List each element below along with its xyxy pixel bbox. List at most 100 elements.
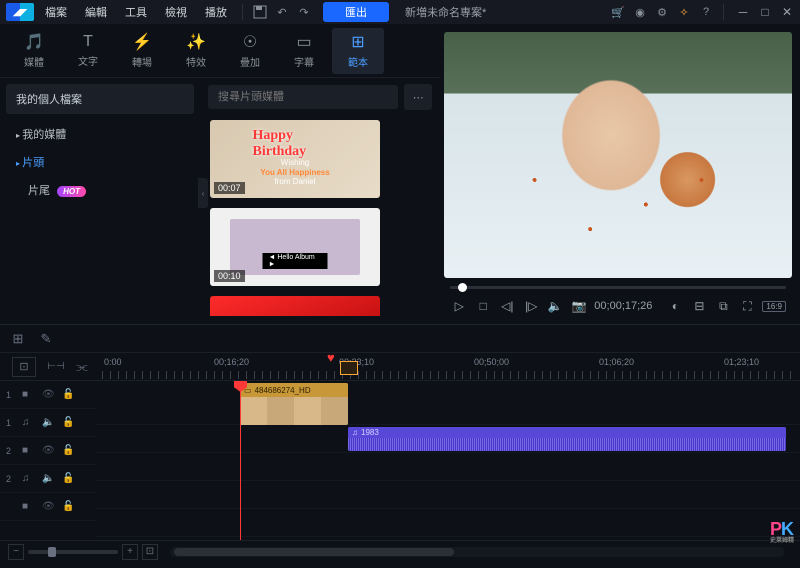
lock-icon[interactable]: 🔓 <box>62 445 76 456</box>
audio-track-icon: ♫ <box>22 417 36 428</box>
volume-icon[interactable]: 🔈 <box>546 297 564 315</box>
preview-screen[interactable] <box>444 32 792 278</box>
track-lane[interactable]: ♫1983 <box>96 425 800 453</box>
template-icon: ⊞ <box>351 32 364 52</box>
lock-icon[interactable]: 🔓 <box>62 473 76 484</box>
track-lane[interactable] <box>96 481 800 509</box>
tab-media[interactable]: 🎵媒體 <box>8 28 60 74</box>
zoom-thumb[interactable] <box>48 547 56 557</box>
template-sidebar: 我的個人檔案 我的媒體 片頭 片尾 HOT <box>0 78 200 324</box>
tab-overlay[interactable]: ☉疊加 <box>224 28 276 74</box>
adjust-icon[interactable]: ⊞ <box>8 330 28 348</box>
lock-icon[interactable]: 🔓 <box>62 501 76 512</box>
video-clip[interactable]: ▭484686274_HD <box>240 383 348 425</box>
tracks-area: 1 ■ 👁 🔓 1 ♫ 🔈 🔓 2 ■ 👁 🔓 2 ♫ 🔈 � <box>0 381 800 540</box>
zoom-out-icon[interactable]: − <box>8 544 24 560</box>
horizontal-scrollbar[interactable] <box>170 547 784 557</box>
user-icon[interactable]: ◉ <box>631 3 649 21</box>
scrollbar-thumb[interactable] <box>174 548 454 556</box>
template-grid: ‹ ⋯ Happy Birthday WishingYou All Happin… <box>200 78 440 324</box>
template-label: ◄ Hello Album ► <box>263 253 328 269</box>
redo-icon[interactable]: ↷ <box>295 3 313 21</box>
menu-play[interactable]: 播放 <box>198 1 234 23</box>
menu-view[interactable]: 檢視 <box>158 1 194 23</box>
template-duration: 00:10 <box>214 270 245 282</box>
playhead[interactable] <box>240 381 241 540</box>
save-icon[interactable] <box>251 3 269 21</box>
visibility-icon[interactable]: 👁 <box>42 501 56 512</box>
more-button[interactable]: ⋯ <box>404 84 432 110</box>
lock-icon[interactable]: 🔓 <box>62 389 76 400</box>
color-icon[interactable]: ✎ <box>36 330 56 348</box>
zoom-slider[interactable] <box>28 550 118 554</box>
sidebar-item-outro[interactable]: 片尾 HOT <box>0 176 200 204</box>
lock-icon[interactable]: 🔓 <box>62 417 76 428</box>
sidebar-item-my-media[interactable]: 我的媒體 <box>0 120 200 148</box>
aspect-ratio-button[interactable]: 16:9 <box>762 301 786 312</box>
gear-icon[interactable]: ⚙ <box>653 3 671 21</box>
timecode: 00;00;17;26 <box>594 300 652 312</box>
play-icon[interactable]: ▷ <box>450 297 468 315</box>
sidebar-item-intro[interactable]: 片頭 <box>0 148 200 176</box>
undo-icon[interactable]: ↶ <box>273 3 291 21</box>
template-item[interactable]: Happy Birthday WishingYou All Happinessf… <box>210 120 380 198</box>
tab-transition[interactable]: ⚡轉場 <box>116 28 168 74</box>
snapshot-icon[interactable]: 📷 <box>570 297 588 315</box>
tab-effects[interactable]: ✨特效 <box>170 28 222 74</box>
track-lane[interactable] <box>96 509 800 537</box>
sidebar-header[interactable]: 我的個人檔案 <box>6 84 194 114</box>
maximize-icon[interactable]: □ <box>758 5 772 19</box>
video-track-icon: ■ <box>22 389 36 400</box>
tab-text[interactable]: T文字 <box>62 28 114 74</box>
watermark: PK史莱姆精 <box>770 519 794 544</box>
project-name: 新増未命名専案* <box>405 4 486 20</box>
prev-frame-icon[interactable]: ◁| <box>498 297 516 315</box>
library-panel: 🎵媒體 T文字 ⚡轉場 ✨特效 ☉疊加 ▭字幕 ⊞範本 我的個人檔案 我的媒體 … <box>0 24 440 324</box>
notification-icon[interactable]: ✧ <box>675 3 693 21</box>
cart-icon[interactable]: 🛒 <box>609 3 627 21</box>
menu-edit[interactable]: 編輯 <box>78 1 114 23</box>
tab-subtitle[interactable]: ▭字幕 <box>278 28 330 74</box>
compare-icon[interactable]: ⊟ <box>690 297 708 315</box>
marker-range[interactable] <box>340 361 358 375</box>
scrub-thumb[interactable] <box>458 283 467 292</box>
menu-tools[interactable]: 工具 <box>118 1 154 23</box>
track-lanes[interactable]: ▭484686274_HD ♫1983 <box>96 381 800 540</box>
visibility-icon[interactable]: 👁 <box>42 389 56 400</box>
stop-icon[interactable]: □ <box>474 297 492 315</box>
quality-icon[interactable]: ◐ <box>666 297 684 315</box>
clip-name: 484686274_HD <box>255 386 311 395</box>
next-frame-icon[interactable]: |▷ <box>522 297 540 315</box>
scrub-bar[interactable] <box>444 278 792 292</box>
link-icon[interactable]: ⫘ <box>72 358 92 376</box>
mute-icon[interactable]: 🔈 <box>42 473 56 484</box>
zoom-icon[interactable]: ⧉ <box>714 297 732 315</box>
zoom-in-icon[interactable]: + <box>122 544 138 560</box>
visibility-icon[interactable]: 👁 <box>42 445 56 456</box>
ruler-mark: 01;06;20 <box>599 357 634 367</box>
fullscreen-icon[interactable]: ⛶ <box>738 297 756 315</box>
mute-icon[interactable]: 🔈 <box>42 417 56 428</box>
template-item[interactable]: ◄ Hello Album ► 00:10 <box>210 208 380 286</box>
track-lane[interactable] <box>96 453 800 481</box>
close-icon[interactable]: ✕ <box>780 5 794 19</box>
template-item[interactable] <box>210 296 380 316</box>
track-lane[interactable]: ▭484686274_HD <box>96 381 800 425</box>
audio-clip[interactable]: ♫1983 <box>348 427 786 451</box>
magnet-icon[interactable]: ⊢⊣ <box>46 358 66 376</box>
help-icon[interactable]: ? <box>697 3 715 21</box>
tab-template[interactable]: ⊞範本 <box>332 28 384 74</box>
track-header-audio-1: 1 ♫ 🔈 🔓 <box>0 409 96 437</box>
minimize-icon[interactable]: ─ <box>736 5 750 19</box>
collapse-handle-icon[interactable]: ‹ <box>198 178 208 208</box>
export-button[interactable]: 匯出 <box>323 2 389 22</box>
timeline-ruler[interactable]: 0:00 00;16;20 00;33;10 00;50;00 01;06;20… <box>102 353 794 380</box>
menu-file[interactable]: 檔案 <box>38 1 74 23</box>
video-track-icon: ■ <box>22 445 36 456</box>
hot-badge: HOT <box>57 186 86 197</box>
marker-icon[interactable] <box>327 350 341 364</box>
preview-image <box>444 32 792 278</box>
search-input[interactable] <box>208 85 398 109</box>
track-add-icon[interactable]: ⊡ <box>12 357 36 377</box>
zoom-fit-icon[interactable]: ⊡ <box>142 544 158 560</box>
